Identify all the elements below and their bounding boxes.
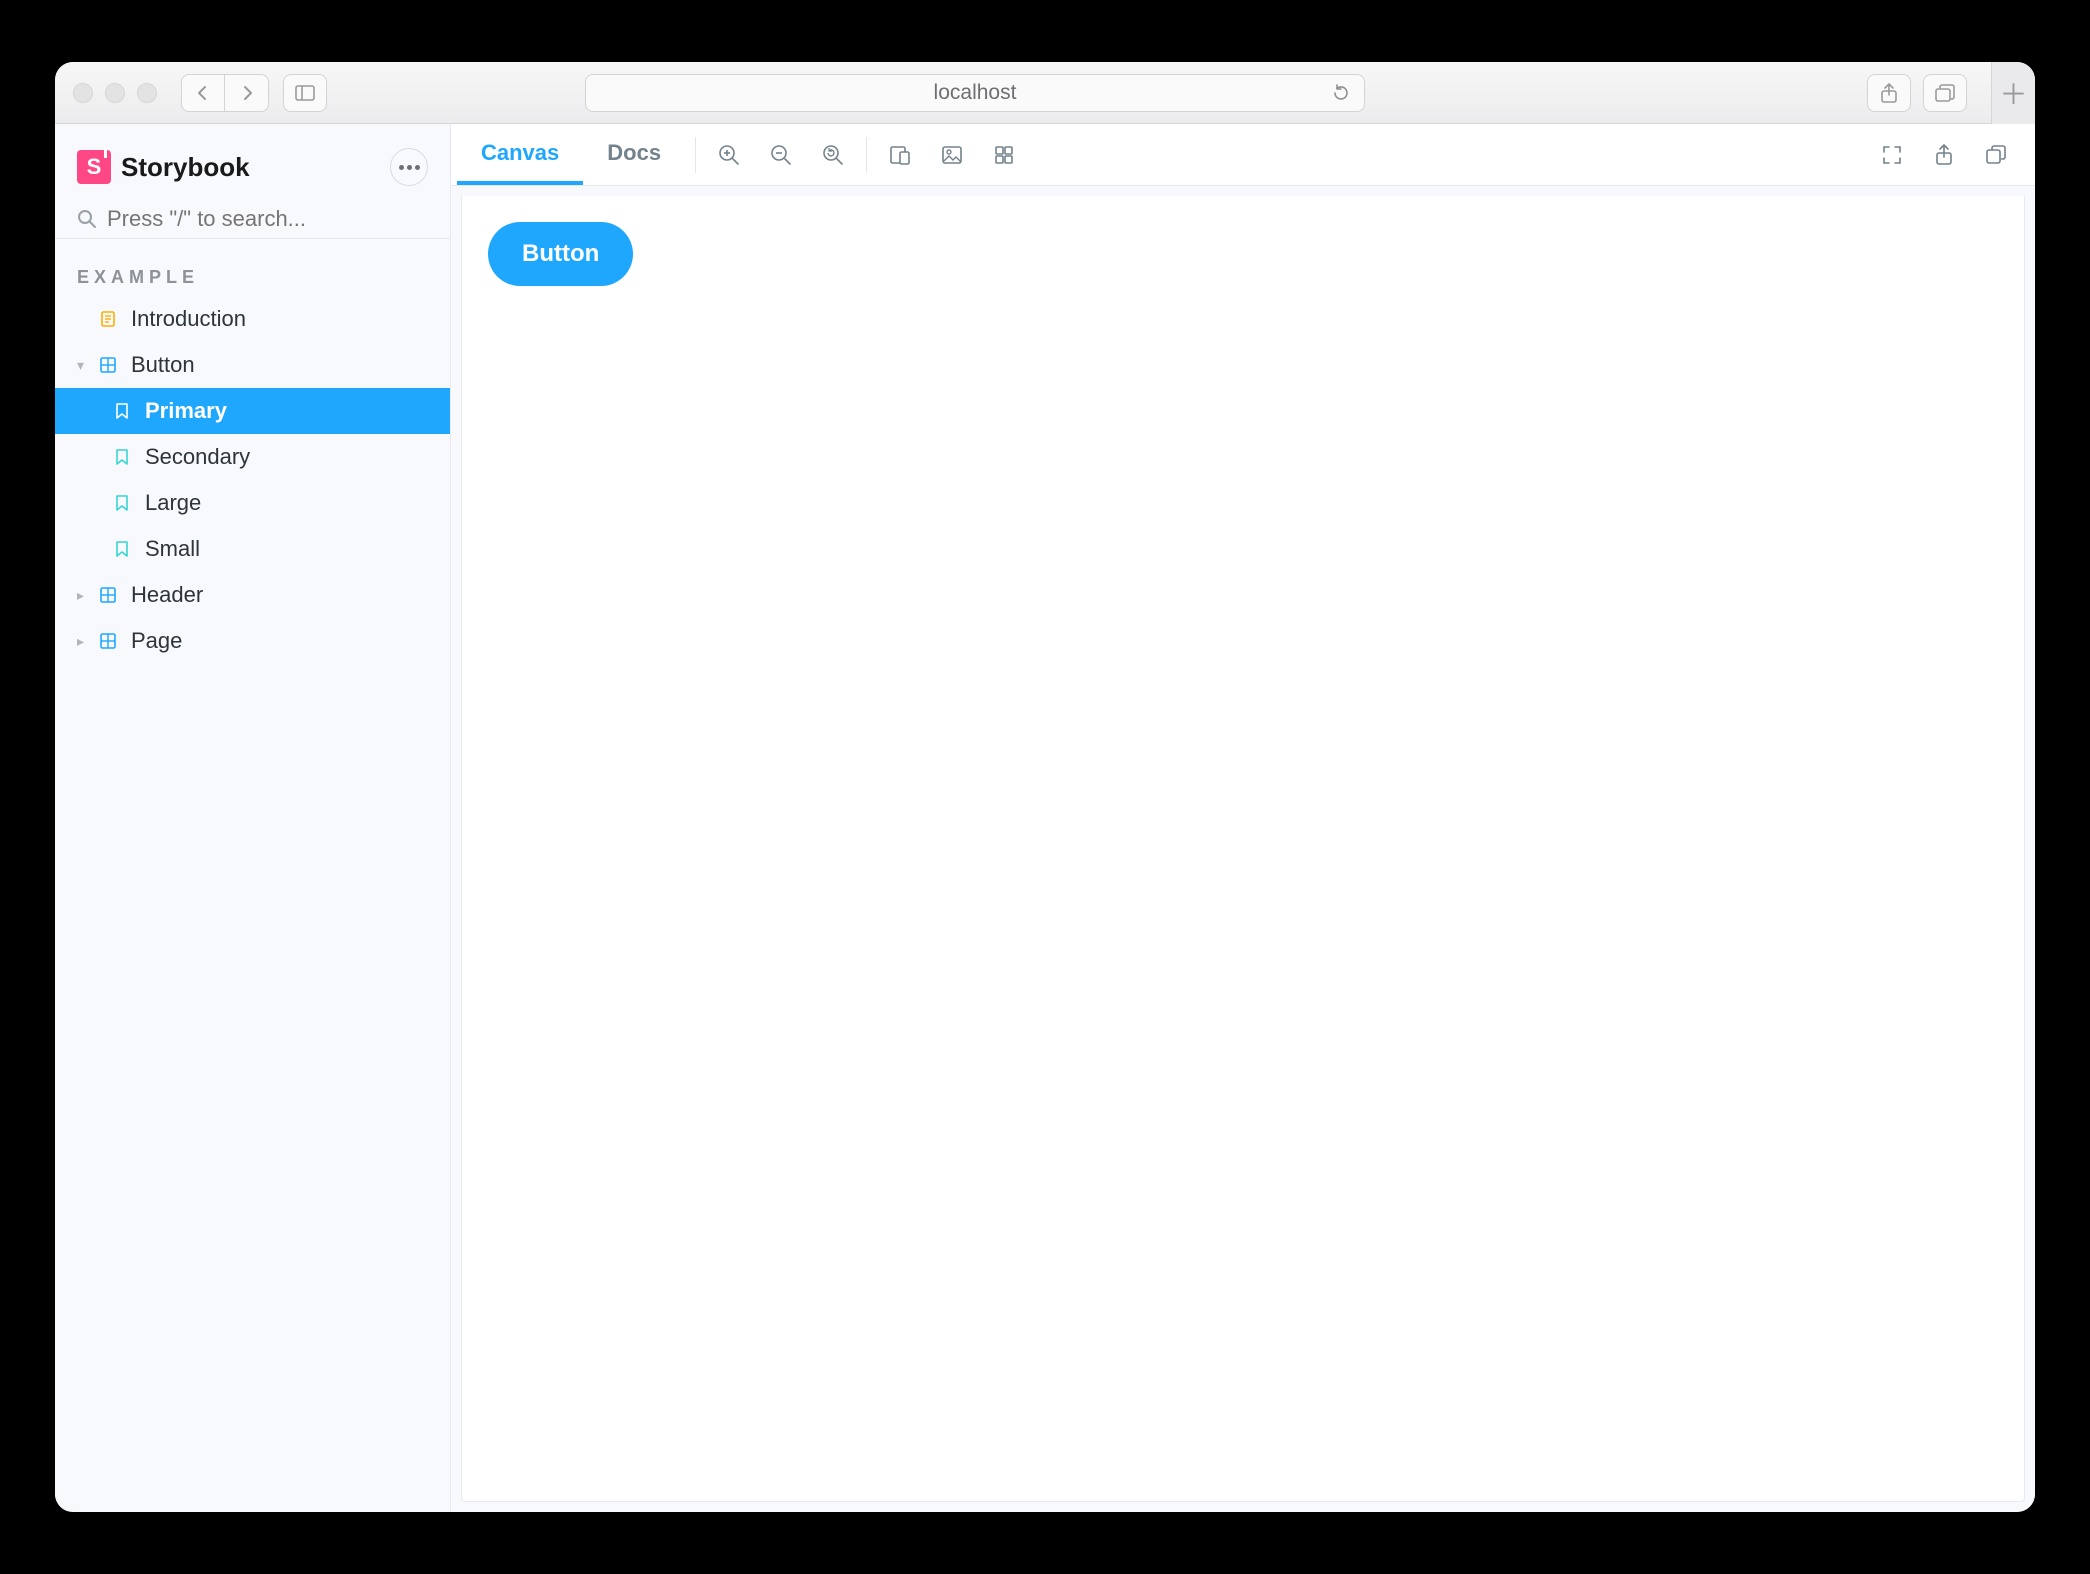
zoom-tools [706,132,856,178]
reload-icon[interactable] [1332,84,1350,102]
open-new-tab-button[interactable] [1921,132,1967,178]
toolbar-right [1869,132,2029,178]
toolbar-divider [866,137,867,173]
component-icon [95,586,121,604]
bookmark-icon [109,402,135,420]
tree-label: Small [145,536,200,562]
fullscreen-button[interactable] [1869,132,1915,178]
share-button[interactable] [1867,74,1911,112]
address-text: localhost [934,81,1017,105]
preview-button[interactable]: Button [488,222,633,286]
safari-window: localhost ＋ S Storybook [55,62,2035,1512]
window-controls [73,83,157,103]
caret-right-icon: ▸ [77,633,95,650]
sidebar-menu-button[interactable] [390,148,428,186]
copy-link-button[interactable] [1973,132,2019,178]
nav-buttons [181,74,269,112]
tree-item-page[interactable]: ▸ Page [55,618,450,664]
component-icon [95,632,121,650]
new-tab-button[interactable]: ＋ [1991,62,2035,124]
browser-titlebar: localhost ＋ [55,62,2035,124]
close-window-dot[interactable] [73,83,93,103]
tab-docs[interactable]: Docs [583,124,685,185]
tree-label: Page [131,628,182,654]
document-icon [95,310,121,328]
search-icon [77,209,97,229]
tree-label: Header [131,582,203,608]
logo-badge: S [77,150,111,184]
viewport-tools [877,132,1027,178]
view-tabs: Canvas Docs [457,124,685,185]
zoom-window-dot[interactable] [137,83,157,103]
search-input[interactable] [107,206,428,232]
brand-name: Storybook [121,152,250,183]
tree-item-introduction[interactable]: Introduction [55,296,450,342]
tree-story-secondary[interactable]: Secondary [55,434,450,480]
zoom-out-button[interactable] [758,132,804,178]
component-icon [95,356,121,374]
grid-button[interactable] [981,132,1027,178]
zoom-reset-button[interactable] [810,132,856,178]
address-bar[interactable]: localhost [585,74,1365,112]
tab-canvas[interactable]: Canvas [457,124,583,185]
forward-button[interactable] [225,74,269,112]
tree-label: Button [131,352,195,378]
tree-label: Large [145,490,201,516]
search-row[interactable] [55,196,450,239]
tree-item-button[interactable]: ▾ Button [55,342,450,388]
tree-story-primary[interactable]: Primary [55,388,450,434]
viewport-button[interactable] [877,132,923,178]
tree-label: Introduction [131,306,246,332]
bookmark-icon [109,540,135,558]
tree-story-small[interactable]: Small [55,526,450,572]
tree-label: Primary [145,398,227,424]
tree-item-header[interactable]: ▸ Header [55,572,450,618]
tab-label: Canvas [481,140,559,166]
toolbar: Canvas Docs [451,124,2035,186]
bookmark-icon [109,448,135,466]
sidebar-toggle-button[interactable] [283,74,327,112]
tab-label: Docs [607,140,661,166]
tree-story-large[interactable]: Large [55,480,450,526]
storybook-app: S Storybook EXAMPLE Introduction [55,124,2035,1512]
tree-label: Secondary [145,444,250,470]
preview-canvas: Button [461,196,2025,1502]
minimize-window-dot[interactable] [105,83,125,103]
storybook-logo[interactable]: S Storybook [77,150,250,184]
main-panel: Canvas Docs [451,124,2035,1512]
tabs-button[interactable] [1923,74,1967,112]
background-button[interactable] [929,132,975,178]
sidebar-header: S Storybook [55,134,450,196]
caret-right-icon: ▸ [77,587,95,604]
toolbar-divider [695,137,696,173]
sidebar: S Storybook EXAMPLE Introduction [55,124,451,1512]
story-tree: Introduction ▾ Button Primary Secondary [55,296,450,664]
bookmark-icon [109,494,135,512]
back-button[interactable] [181,74,225,112]
section-label: EXAMPLE [55,239,450,296]
caret-down-icon: ▾ [77,357,95,374]
titlebar-right [1867,74,1967,112]
zoom-in-button[interactable] [706,132,752,178]
